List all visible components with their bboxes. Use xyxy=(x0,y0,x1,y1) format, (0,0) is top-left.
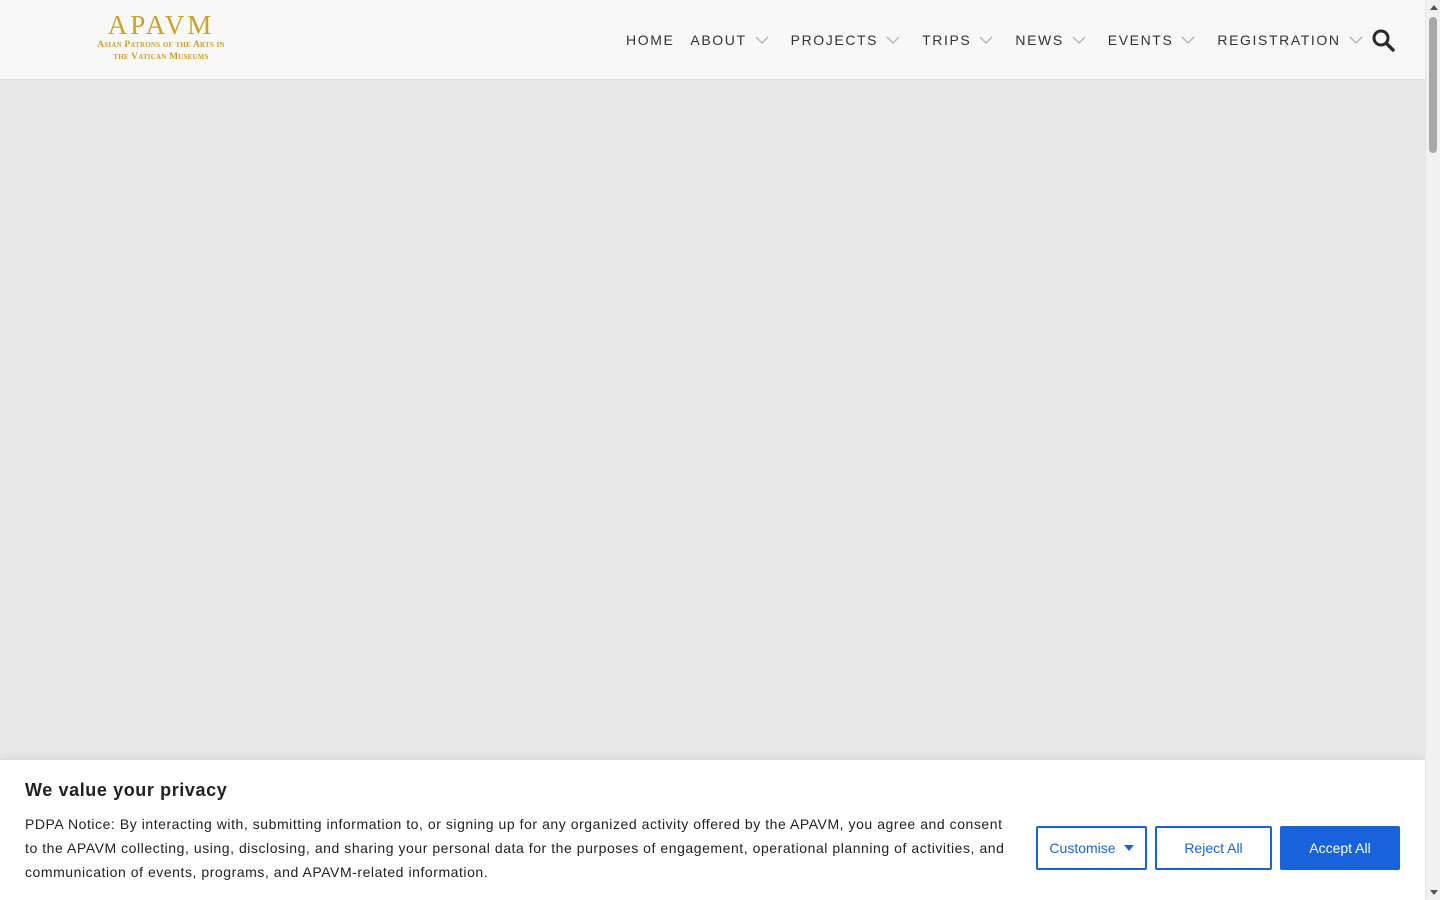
chevron-down-icon[interactable] xyxy=(755,33,769,47)
site-header: APAVM Asian Patrons of the Arts in the V… xyxy=(0,0,1425,80)
page-scrollbar[interactable] xyxy=(1425,0,1440,900)
customise-button-label: Customise xyxy=(1049,840,1116,856)
scroll-down-arrow-icon[interactable] xyxy=(1426,885,1440,900)
logo-tagline-line2: the Vatican Museums xyxy=(113,52,209,62)
scroll-up-arrow-icon[interactable] xyxy=(1426,0,1440,15)
nav-label: ABOUT xyxy=(690,32,747,48)
chevron-down-icon[interactable] xyxy=(979,33,993,47)
logo-tagline-line1: Asian Patrons of the Arts in xyxy=(97,40,225,50)
nav-label: NEWS xyxy=(1015,32,1064,48)
logo-wordmark: APAVM xyxy=(107,10,215,40)
reject-all-button[interactable]: Reject All xyxy=(1155,826,1272,870)
main-content-area xyxy=(0,80,1425,759)
customise-button[interactable]: Customise xyxy=(1036,826,1147,870)
chevron-down-icon[interactable] xyxy=(1181,33,1195,47)
chevron-down-icon[interactable] xyxy=(886,33,900,47)
nav-label: PROJECTS xyxy=(790,32,879,48)
caret-down-icon xyxy=(1123,845,1134,851)
nav-item-registration[interactable]: REGISTRATION xyxy=(1209,0,1370,80)
reject-all-button-label: Reject All xyxy=(1184,840,1243,856)
scrollbar-thumb[interactable] xyxy=(1429,17,1437,153)
nav-label: HOME xyxy=(626,32,675,48)
chevron-down-icon[interactable] xyxy=(1072,33,1086,47)
nav-label: EVENTS xyxy=(1107,32,1174,48)
nav-item-events[interactable]: EVENTS xyxy=(1100,0,1204,80)
accept-all-button-label: Accept All xyxy=(1309,840,1371,856)
accept-all-button[interactable]: Accept All xyxy=(1280,826,1400,870)
search-button[interactable] xyxy=(1370,27,1396,53)
magnifier-icon xyxy=(1372,29,1395,52)
chevron-down-icon[interactable] xyxy=(1349,33,1363,47)
cookie-consent-banner: We value your privacy PDPA Notice: By in… xyxy=(0,759,1425,900)
site-logo[interactable]: APAVM Asian Patrons of the Arts in the V… xyxy=(84,11,238,67)
nav-item-home[interactable]: HOME xyxy=(618,0,682,80)
cookie-banner-text: PDPA Notice: By interacting with, submit… xyxy=(25,816,1005,880)
cookie-banner-title: We value your privacy xyxy=(25,780,228,800)
main-nav: HOME ABOUT PROJECTS TRIPS NEWS EVENTS RE… xyxy=(618,0,1377,80)
nav-item-trips[interactable]: TRIPS xyxy=(914,0,1001,80)
nav-item-about[interactable]: ABOUT xyxy=(682,0,776,80)
nav-label: REGISTRATION xyxy=(1217,32,1341,48)
nav-item-news[interactable]: NEWS xyxy=(1007,0,1093,80)
nav-item-projects[interactable]: PROJECTS xyxy=(783,0,908,80)
nav-label: TRIPS xyxy=(922,32,972,48)
